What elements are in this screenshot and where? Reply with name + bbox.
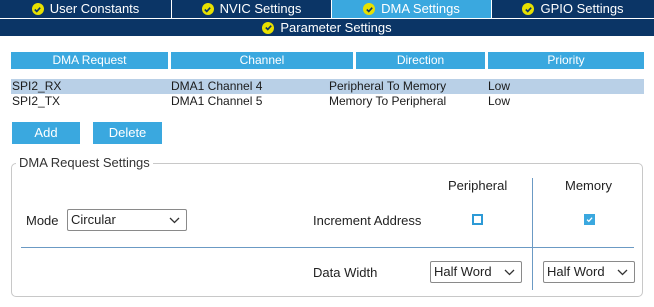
increment-address-label: Increment Address [313, 213, 422, 228]
column-header-priority[interactable]: Priority [488, 52, 644, 69]
check-circle-icon [363, 3, 376, 15]
peripheral-label: Peripheral [448, 178, 508, 193]
tab-label: DMA Settings [381, 1, 460, 16]
cell-direction: Memory To Peripheral [329, 94, 447, 108]
memory-label: Memory [565, 178, 612, 193]
tab-parameter-settings[interactable]: Parameter Settings [0, 18, 654, 36]
cell-direction: Peripheral To Memory [329, 79, 447, 93]
check-circle-icon [201, 3, 214, 15]
mode-value: Circular [71, 212, 116, 227]
tab-gpio-settings[interactable]: GPIO Settings [492, 0, 654, 18]
peripheral-data-width-select[interactable]: Half Word [430, 261, 522, 283]
column-divider [532, 178, 533, 290]
cell-request: SPI2_RX [12, 79, 62, 93]
check-circle-icon [262, 21, 275, 34]
check-circle-icon [522, 3, 535, 15]
memory-increment-checkbox[interactable] [584, 214, 595, 225]
column-header-direction[interactable]: Direction [356, 52, 485, 69]
tab-label: NVIC Settings [219, 1, 302, 16]
mode-select[interactable]: Circular [67, 209, 187, 231]
table-row[interactable]: SPI2_RX DMA1 Channel 4 Peripheral To Mem… [11, 79, 644, 94]
tab-label: User Constants [49, 1, 140, 16]
tab-bar: User Constants NVIC Settings DMA Setting… [0, 0, 654, 36]
tab-nvic-settings[interactable]: NVIC Settings [172, 0, 332, 18]
chevron-down-icon [617, 269, 628, 276]
tab-user-constants[interactable]: User Constants [0, 0, 172, 18]
cell-priority: Low [488, 94, 511, 108]
memory-data-width-value: Half Word [547, 264, 605, 279]
peripheral-increment-checkbox[interactable] [472, 214, 483, 225]
chevron-down-icon [504, 269, 515, 276]
cell-channel: DMA1 Channel 5 [171, 94, 263, 108]
row-divider [21, 247, 634, 248]
check-circle-icon [31, 3, 44, 15]
group-title: DMA Request Settings [16, 155, 153, 170]
chevron-down-icon [169, 217, 180, 224]
column-header-dma-request[interactable]: DMA Request [11, 52, 168, 69]
data-width-label: Data Width [313, 265, 378, 280]
cell-channel: DMA1 Channel 4 [171, 79, 263, 93]
tab-dma-settings[interactable]: DMA Settings [332, 0, 492, 18]
cell-priority: Low [488, 79, 511, 93]
memory-data-width-select[interactable]: Half Word [543, 261, 635, 283]
checkmark-icon [586, 217, 593, 223]
peripheral-data-width-value: Half Word [434, 264, 492, 279]
tab-label: GPIO Settings [540, 1, 624, 16]
tab-label: Parameter Settings [280, 19, 392, 35]
cell-request: SPI2_TX [12, 94, 61, 108]
delete-button[interactable]: Delete [93, 122, 162, 144]
mode-label: Mode [26, 213, 59, 228]
column-header-channel[interactable]: Channel [171, 52, 353, 69]
table-row[interactable]: SPI2_TX DMA1 Channel 5 Memory To Periphe… [11, 94, 644, 109]
add-button[interactable]: Add [12, 122, 80, 144]
